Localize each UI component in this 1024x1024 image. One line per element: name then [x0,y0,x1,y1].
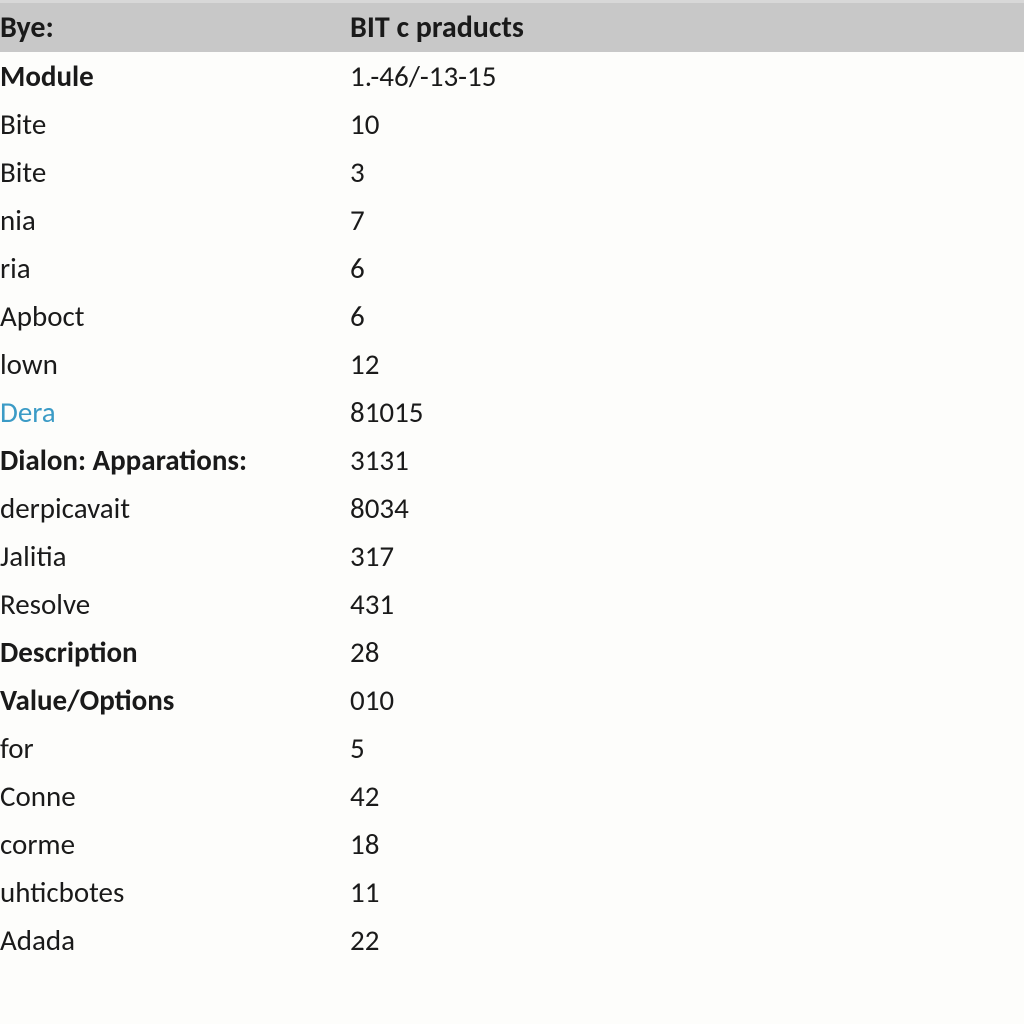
header-col-2: BIT c praducts [350,3,1024,52]
row-label: uhticbotes [0,868,350,916]
row-label: Bite [0,100,350,148]
table-row: corme18 [0,820,1024,868]
table-row: Jalitia317 [0,532,1024,580]
row-label: Resolve [0,580,350,628]
row-label: lown [0,340,350,388]
row-value: 6 [350,244,1024,292]
table-row: uhticbotes11 [0,868,1024,916]
row-value: 317 [350,532,1024,580]
header-col-1: Bye: [0,3,350,52]
row-value: 7 [350,196,1024,244]
row-value: 8034 [350,484,1024,532]
row-value: 431 [350,580,1024,628]
table-row: Conne42 [0,772,1024,820]
row-label: Value/Options [0,676,350,724]
row-label: Apboct [0,292,350,340]
row-value: 3131 [350,436,1024,484]
table-row: Description28 [0,628,1024,676]
row-value: 010 [350,676,1024,724]
row-label: Adada [0,916,350,964]
table-header-row: Bye: BIT c praducts [0,3,1024,52]
row-label: derpicavait [0,484,350,532]
table-row: Bite10 [0,100,1024,148]
row-value: 12 [350,340,1024,388]
row-label: ria [0,244,350,292]
table-row: Apboct6 [0,292,1024,340]
table-row: Resolve431 [0,580,1024,628]
data-table: Bye: BIT c praducts Module1.-46/-13-15Bi… [0,3,1024,964]
row-value: 22 [350,916,1024,964]
table-row: ria6 [0,244,1024,292]
row-label[interactable]: Dera [0,388,350,436]
row-label: corme [0,820,350,868]
row-label: Dialon: Apparations: [0,436,350,484]
table-row: Value/Options010 [0,676,1024,724]
row-value: 3 [350,148,1024,196]
table-row: for5 [0,724,1024,772]
table-row: Module1.-46/-13-15 [0,52,1024,100]
row-value: 42 [350,772,1024,820]
row-label: Bite [0,148,350,196]
row-value: 18 [350,820,1024,868]
row-label: Module [0,52,350,100]
table-row: nia7 [0,196,1024,244]
table-row: Dialon: Apparations:3131 [0,436,1024,484]
row-label: nia [0,196,350,244]
row-value: 81015 [350,388,1024,436]
row-value: 5 [350,724,1024,772]
table-row: lown12 [0,340,1024,388]
row-label: for [0,724,350,772]
row-value: 1.-46/-13-15 [350,52,1024,100]
table-row: Dera81015 [0,388,1024,436]
row-value: 10 [350,100,1024,148]
row-value: 6 [350,292,1024,340]
table-row: Bite3 [0,148,1024,196]
row-value: 11 [350,868,1024,916]
row-label: Description [0,628,350,676]
row-label: Conne [0,772,350,820]
row-value: 28 [350,628,1024,676]
table-row: derpicavait8034 [0,484,1024,532]
table-row: Adada22 [0,916,1024,964]
row-label: Jalitia [0,532,350,580]
